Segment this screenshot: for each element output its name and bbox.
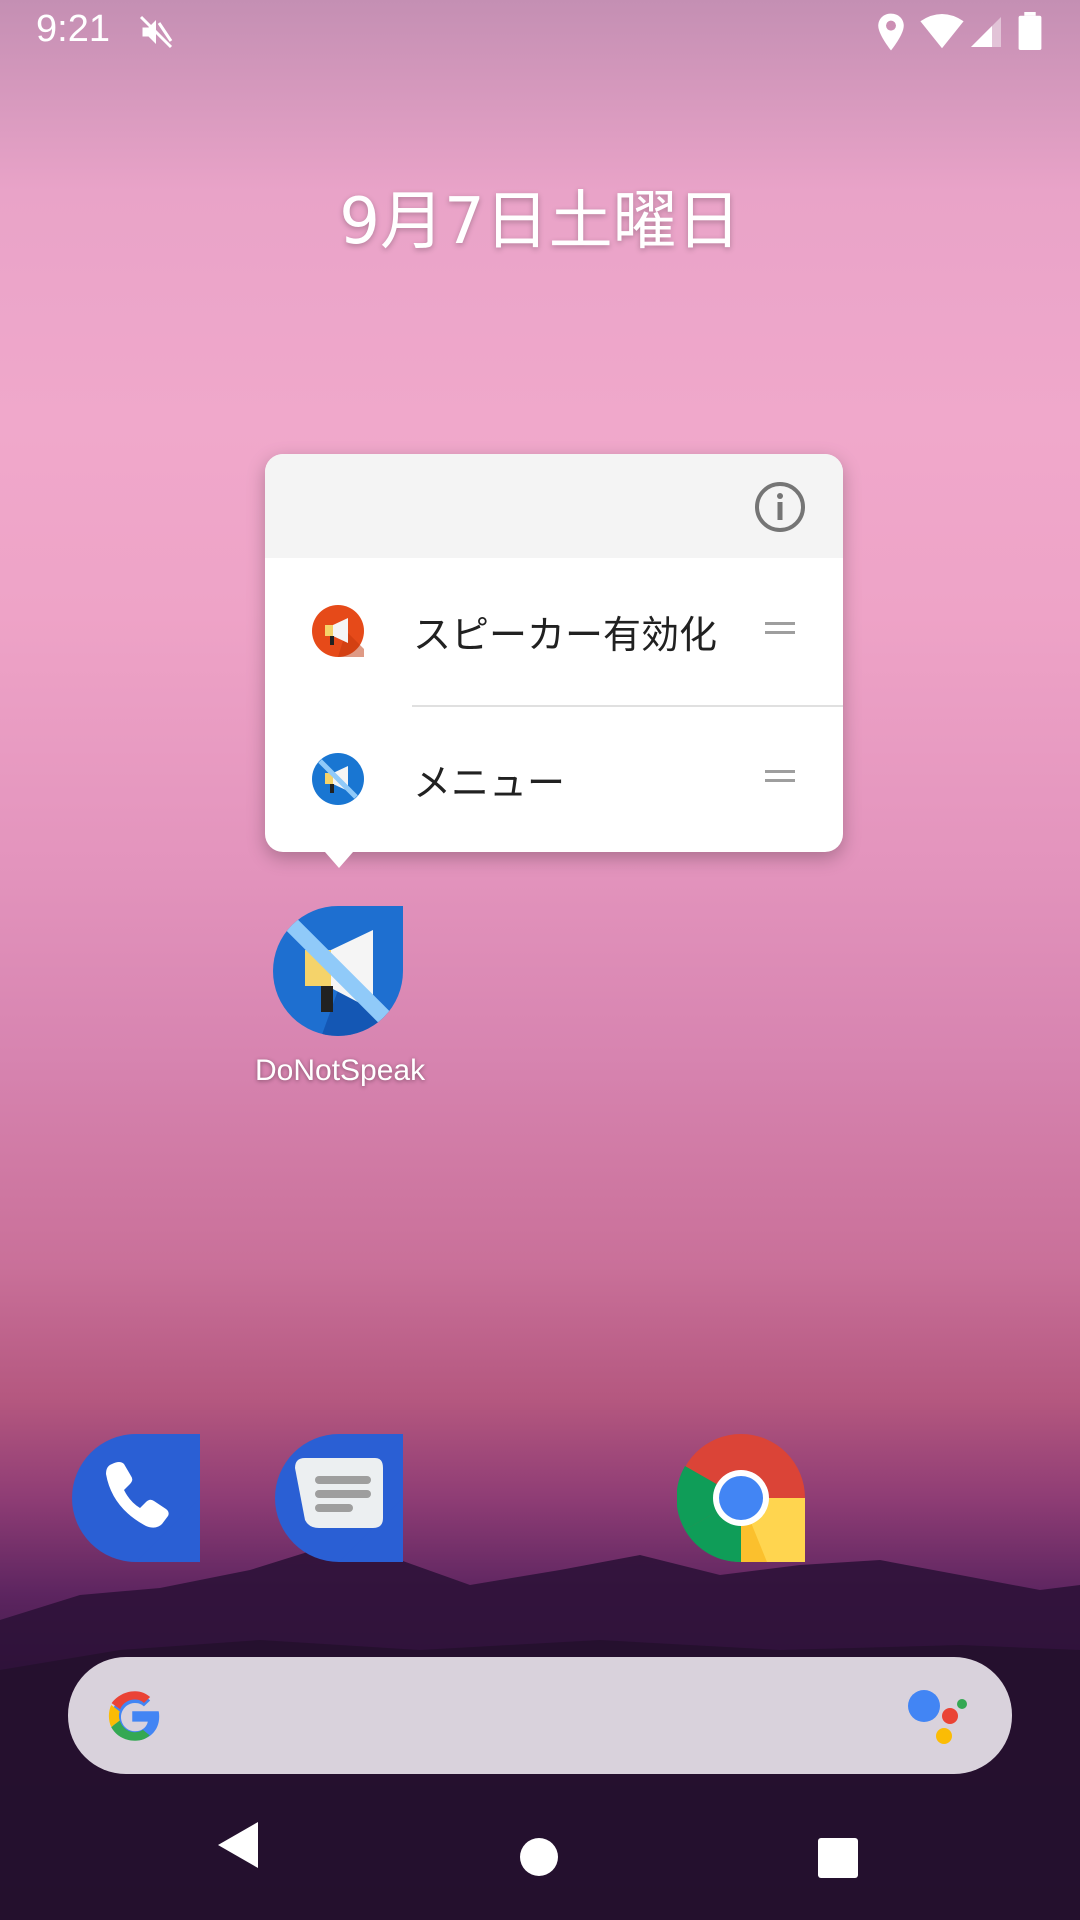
google-search-bar[interactable]	[68, 1657, 1012, 1774]
back-button[interactable]	[216, 1820, 262, 1870]
signal-icon	[971, 17, 1001, 47]
donotspeak-app-icon	[273, 906, 403, 1036]
wifi-icon	[920, 14, 964, 49]
speaker-off-icon	[312, 753, 364, 805]
home-screen: 9:21 9月7日土曜日 スピーカー有効化 メニュー DoNotSpeak	[0, 0, 1080, 1920]
shortcut-speaker-enable[interactable]: スピーカー有効化	[265, 558, 843, 704]
phone-app-icon[interactable]	[72, 1434, 200, 1562]
status-bar: 9:21	[0, 0, 1080, 64]
assistant-icon[interactable]	[904, 1686, 968, 1746]
home-button[interactable]	[519, 1837, 559, 1877]
mute-icon	[139, 15, 173, 49]
app-icon-donotspeak[interactable]: DoNotSpeak	[255, 888, 425, 1087]
chrome-app-icon[interactable]	[677, 1434, 805, 1562]
messages-app-icon[interactable]	[275, 1434, 403, 1562]
shortcut-label: メニュー	[413, 761, 566, 805]
location-icon	[878, 13, 904, 51]
battery-icon	[1018, 12, 1042, 50]
status-time: 9:21	[36, 8, 110, 50]
popup-header	[265, 454, 843, 558]
speaker-on-icon	[312, 605, 364, 657]
drag-handle-icon[interactable]	[765, 622, 795, 636]
shortcut-label: スピーカー有効化	[413, 613, 718, 657]
drag-handle-icon[interactable]	[765, 770, 795, 784]
info-icon[interactable]	[753, 480, 807, 534]
date-widget[interactable]: 9月7日土曜日	[0, 170, 1080, 262]
app-label: DoNotSpeak	[255, 1054, 426, 1087]
popup-pointer	[325, 852, 353, 868]
app-shortcut-popup: スピーカー有効化 メニュー	[265, 454, 843, 852]
recents-button[interactable]	[818, 1838, 858, 1878]
shortcut-menu[interactable]: メニュー	[265, 706, 843, 852]
google-logo-icon	[108, 1691, 160, 1741]
